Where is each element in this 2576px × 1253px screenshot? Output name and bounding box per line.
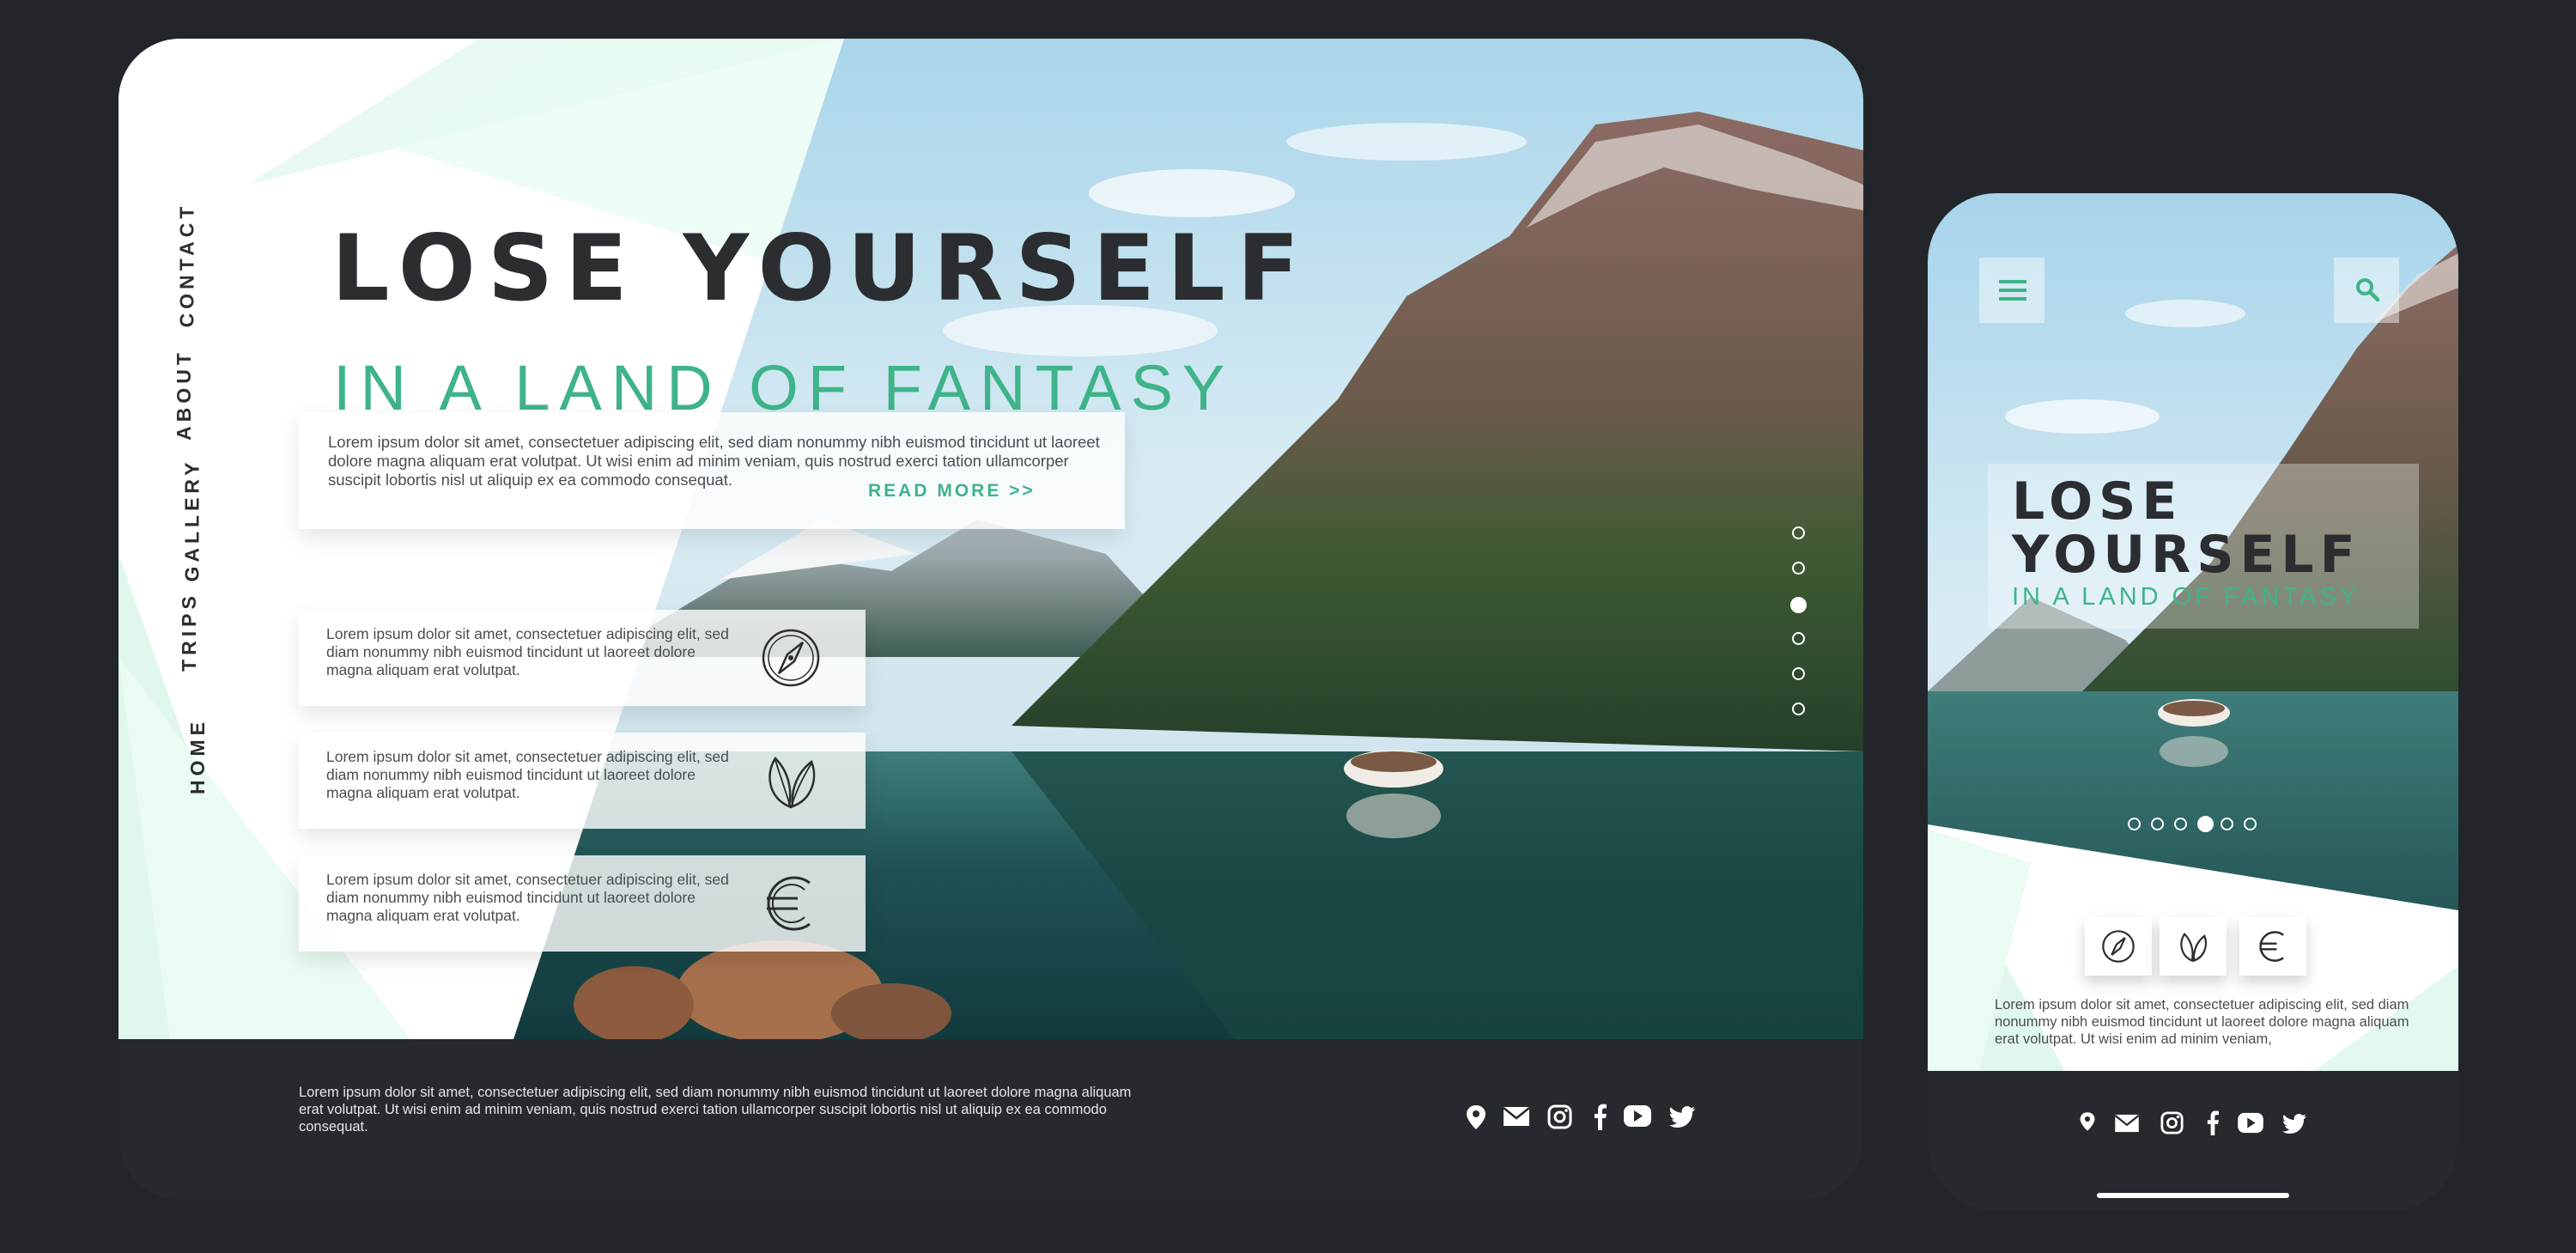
leaf-icon xyxy=(769,757,816,809)
youtube-icon[interactable] xyxy=(1623,1104,1652,1128)
compass-icon xyxy=(762,629,820,687)
mail-icon[interactable] xyxy=(1503,1106,1530,1127)
mobile-body-text: Lorem ipsum dolor sit amet, consectetuer… xyxy=(1995,997,2409,1047)
euro-icon xyxy=(2259,931,2284,962)
feature-card-leaf: Lorem ipsum dolor sit amet, consectetuer… xyxy=(299,733,866,829)
nav-item-home[interactable]: HOME xyxy=(186,718,210,794)
slider-dot[interactable] xyxy=(1792,703,1805,715)
instagram-icon[interactable] xyxy=(2160,1111,2184,1134)
nav-item-contact[interactable]: CONTACT xyxy=(175,203,198,328)
slider-dot[interactable] xyxy=(2128,818,2141,830)
nav-item-about[interactable]: ABOUT xyxy=(173,349,196,441)
youtube-icon[interactable] xyxy=(2237,1112,2264,1134)
home-indicator-bar[interactable] xyxy=(2097,1193,2289,1198)
mobile-footer xyxy=(1928,1071,2458,1211)
vertical-nav: HOME TRIPS GALLERY ABOUT CONTACT xyxy=(118,39,273,1039)
compass-icon xyxy=(2102,930,2135,963)
mobile-hero: LOSE YOURSELF IN A LAND OF FANTASY Lorem… xyxy=(1928,193,2458,1071)
feature-card-text: Lorem ipsum dolor sit amet, consectetuer… xyxy=(326,625,729,678)
feature-tile-compass[interactable] xyxy=(2085,917,2152,976)
slider-dot[interactable] xyxy=(2221,818,2233,830)
menu-button[interactable] xyxy=(1979,258,2044,323)
mobile-mockup: LOSE YOURSELF IN A LAND OF FANTASY Lorem… xyxy=(1928,193,2458,1211)
hero-subtitle: IN A LAND OF FANTASY xyxy=(333,352,1235,423)
facebook-icon[interactable] xyxy=(1592,1103,1607,1130)
mobile-hero-title: LOSE YOURSELF xyxy=(2012,471,2361,585)
location-pin-icon[interactable] xyxy=(2079,1110,2096,1133)
intro-card: Lorem ipsum dolor sit amet, consectetuer… xyxy=(299,412,1125,529)
nav-item-gallery[interactable]: GALLERY xyxy=(181,458,204,581)
mail-icon[interactable] xyxy=(2114,1114,2140,1133)
nav-item-trips[interactable]: TRIPS xyxy=(178,592,201,672)
facebook-icon[interactable] xyxy=(2205,1110,2220,1135)
leaf-icon xyxy=(2180,932,2208,963)
instagram-icon[interactable] xyxy=(1547,1104,1572,1129)
slider-dot[interactable] xyxy=(2197,816,2214,832)
slider-dot[interactable] xyxy=(1792,667,1805,680)
twitter-icon[interactable] xyxy=(2282,1114,2306,1134)
slider-dot[interactable] xyxy=(2174,818,2187,830)
mobile-slider-dots xyxy=(2128,816,2265,833)
read-more-link[interactable]: READ MORE >> xyxy=(868,481,1036,502)
footer-text: Lorem ipsum dolor sit amet, consectetuer… xyxy=(299,1085,1132,1134)
slider-dot[interactable] xyxy=(2244,818,2257,830)
mobile-hero-subtitle: IN A LAND OF FANTASY xyxy=(2012,583,2360,611)
desktop-hero: HOME TRIPS GALLERY ABOUT CONTACT LOSE YO… xyxy=(118,39,1863,1039)
slider-dot[interactable] xyxy=(1792,526,1805,539)
hero-title: LOSE YOURSELF xyxy=(331,216,1312,321)
slider-dot[interactable] xyxy=(1790,597,1807,613)
search-icon xyxy=(2356,278,2380,302)
feature-card-text: Lorem ipsum dolor sit amet, consectetuer… xyxy=(326,748,729,801)
slider-dots xyxy=(1790,526,1811,767)
location-pin-icon[interactable] xyxy=(1465,1104,1487,1130)
slider-dot[interactable] xyxy=(2151,818,2164,830)
desktop-mockup: HOME TRIPS GALLERY ABOUT CONTACT LOSE YO… xyxy=(118,39,1863,1200)
hamburger-menu-icon xyxy=(1999,280,2026,301)
feature-tile-leaf[interactable] xyxy=(2160,917,2227,976)
slider-dot[interactable] xyxy=(1792,562,1805,575)
feature-card-text: Lorem ipsum dolor sit amet, consectetuer… xyxy=(326,871,729,924)
desktop-footer: Lorem ipsum dolor sit amet, consectetuer… xyxy=(118,1039,1863,1200)
euro-icon xyxy=(767,876,811,931)
feature-card-euro: Lorem ipsum dolor sit amet, consectetuer… xyxy=(299,855,866,952)
feature-card-compass: Lorem ipsum dolor sit amet, consectetuer… xyxy=(299,610,866,706)
feature-tile-euro[interactable] xyxy=(2239,917,2306,976)
slider-dot[interactable] xyxy=(1792,632,1805,645)
twitter-icon[interactable] xyxy=(1669,1106,1695,1128)
search-button[interactable] xyxy=(2334,258,2399,323)
